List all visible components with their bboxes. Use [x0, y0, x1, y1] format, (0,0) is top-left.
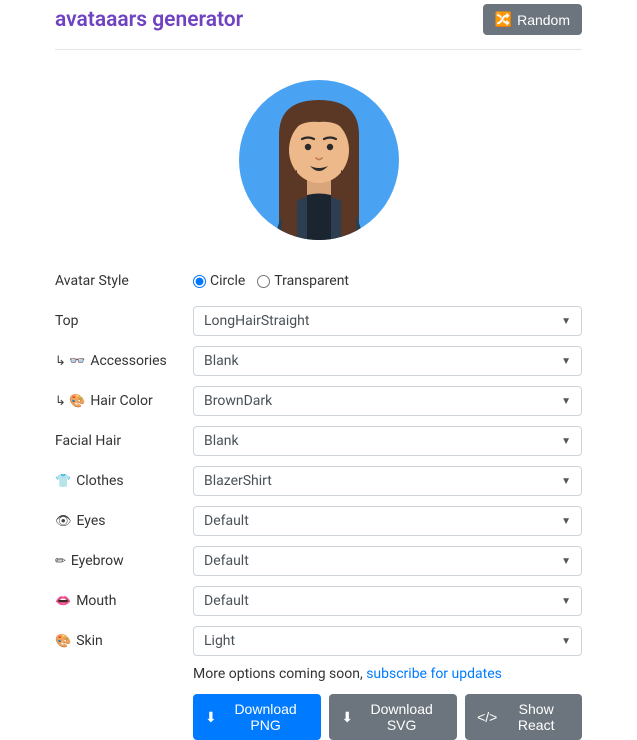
facial-hair-label: Facial Hair: [55, 433, 193, 449]
code-icon: </>: [477, 709, 497, 725]
hair-color-select[interactable]: BrownDark ▼: [193, 386, 582, 416]
skin-icon: 🎨: [55, 634, 71, 649]
eyebrow-icon: ✏: [55, 554, 66, 569]
accessories-select[interactable]: Blank ▼: [193, 346, 582, 376]
download-svg-button[interactable]: ⬇ Download SVG: [329, 694, 457, 740]
mouth-select-value: Default: [204, 593, 249, 609]
mouth-select[interactable]: Default ▼: [193, 586, 582, 616]
show-react-label: Show React: [502, 701, 570, 733]
eyebrow-select-value: Default: [204, 553, 249, 569]
chevron-down-icon: ▼: [561, 316, 571, 327]
shuffle-icon: 🔀: [495, 11, 512, 28]
eyes-label: 👁 Eyes: [55, 513, 193, 529]
avatar-style-label: Avatar Style: [55, 273, 193, 289]
mouth-icon: 👄: [55, 594, 71, 609]
divider: [55, 49, 582, 50]
more-options-text: More options coming soon, subscribe for …: [193, 666, 582, 682]
clothes-label: 👕 Clothes: [55, 473, 193, 489]
show-react-button[interactable]: </> Show React: [465, 694, 582, 740]
skin-select-value: Light: [204, 633, 235, 649]
chevron-down-icon: ▼: [561, 596, 571, 607]
eyebrow-label-text: Eyebrow: [71, 553, 124, 569]
clothes-select[interactable]: BlazerShirt ▼: [193, 466, 582, 496]
page-title: avataaars generator: [55, 8, 243, 32]
glasses-icon: ↳ 👓: [55, 354, 85, 369]
random-button[interactable]: 🔀 Random: [483, 4, 582, 35]
avatar-svg: [239, 80, 399, 240]
top-select[interactable]: LongHairStraight ▼: [193, 306, 582, 336]
radio-circle-input[interactable]: [193, 275, 206, 288]
radio-transparent-label: Transparent: [274, 273, 349, 289]
skin-select[interactable]: Light ▼: [193, 626, 582, 656]
accessories-select-value: Blank: [204, 353, 239, 369]
shirt-icon: 👕: [55, 474, 71, 489]
more-options-prefix: More options coming soon,: [193, 666, 366, 682]
chevron-down-icon: ▼: [561, 396, 571, 407]
mouth-label-text: Mouth: [76, 593, 116, 609]
download-png-button[interactable]: ⬇ Download PNG: [193, 694, 321, 740]
top-label: Top: [55, 313, 193, 329]
chevron-down-icon: ▼: [561, 636, 571, 647]
chevron-down-icon: ▼: [561, 556, 571, 567]
chevron-down-icon: ▼: [561, 356, 571, 367]
facial-hair-select-value: Blank: [204, 433, 239, 449]
eye-icon: 👁: [55, 514, 72, 529]
random-button-label: Random: [517, 12, 570, 28]
top-select-value: LongHairStraight: [204, 313, 309, 329]
download-icon: ⬇: [341, 709, 353, 726]
hair-color-select-value: BrownDark: [204, 393, 272, 409]
eyes-select-value: Default: [204, 513, 249, 529]
radio-transparent[interactable]: Transparent: [257, 273, 349, 289]
hair-color-label-text: Hair Color: [90, 393, 152, 409]
radio-transparent-input[interactable]: [257, 275, 270, 288]
eyes-select[interactable]: Default ▼: [193, 506, 582, 536]
palette-icon: ↳ 🎨: [55, 394, 85, 409]
facial-hair-select[interactable]: Blank ▼: [193, 426, 582, 456]
clothes-select-value: BlazerShirt: [204, 473, 272, 489]
top-label-text: Top: [55, 313, 79, 329]
download-svg-label: Download SVG: [358, 701, 445, 733]
accessories-label-text: Accessories: [90, 353, 166, 369]
download-png-label: Download PNG: [222, 701, 310, 733]
hair-color-label: ↳ 🎨 Hair Color: [55, 393, 193, 409]
facial-hair-label-text: Facial Hair: [55, 433, 121, 449]
avatar-preview: [239, 80, 399, 240]
radio-circle[interactable]: Circle: [193, 273, 245, 289]
skin-label: 🎨 Skin: [55, 633, 193, 649]
subscribe-link[interactable]: subscribe for updates: [366, 666, 502, 682]
accessories-label: ↳ 👓 Accessories: [55, 353, 193, 369]
eyes-label-text: Eyes: [77, 513, 106, 529]
chevron-down-icon: ▼: [561, 436, 571, 447]
skin-label-text: Skin: [76, 633, 103, 649]
mouth-label: 👄 Mouth: [55, 593, 193, 609]
chevron-down-icon: ▼: [561, 476, 571, 487]
clothes-label-text: Clothes: [76, 473, 123, 489]
eyebrow-label: ✏ Eyebrow: [55, 553, 193, 569]
chevron-down-icon: ▼: [561, 516, 571, 527]
eyebrow-select[interactable]: Default ▼: [193, 546, 582, 576]
radio-circle-label: Circle: [210, 273, 245, 289]
download-icon: ⬇: [205, 709, 217, 726]
